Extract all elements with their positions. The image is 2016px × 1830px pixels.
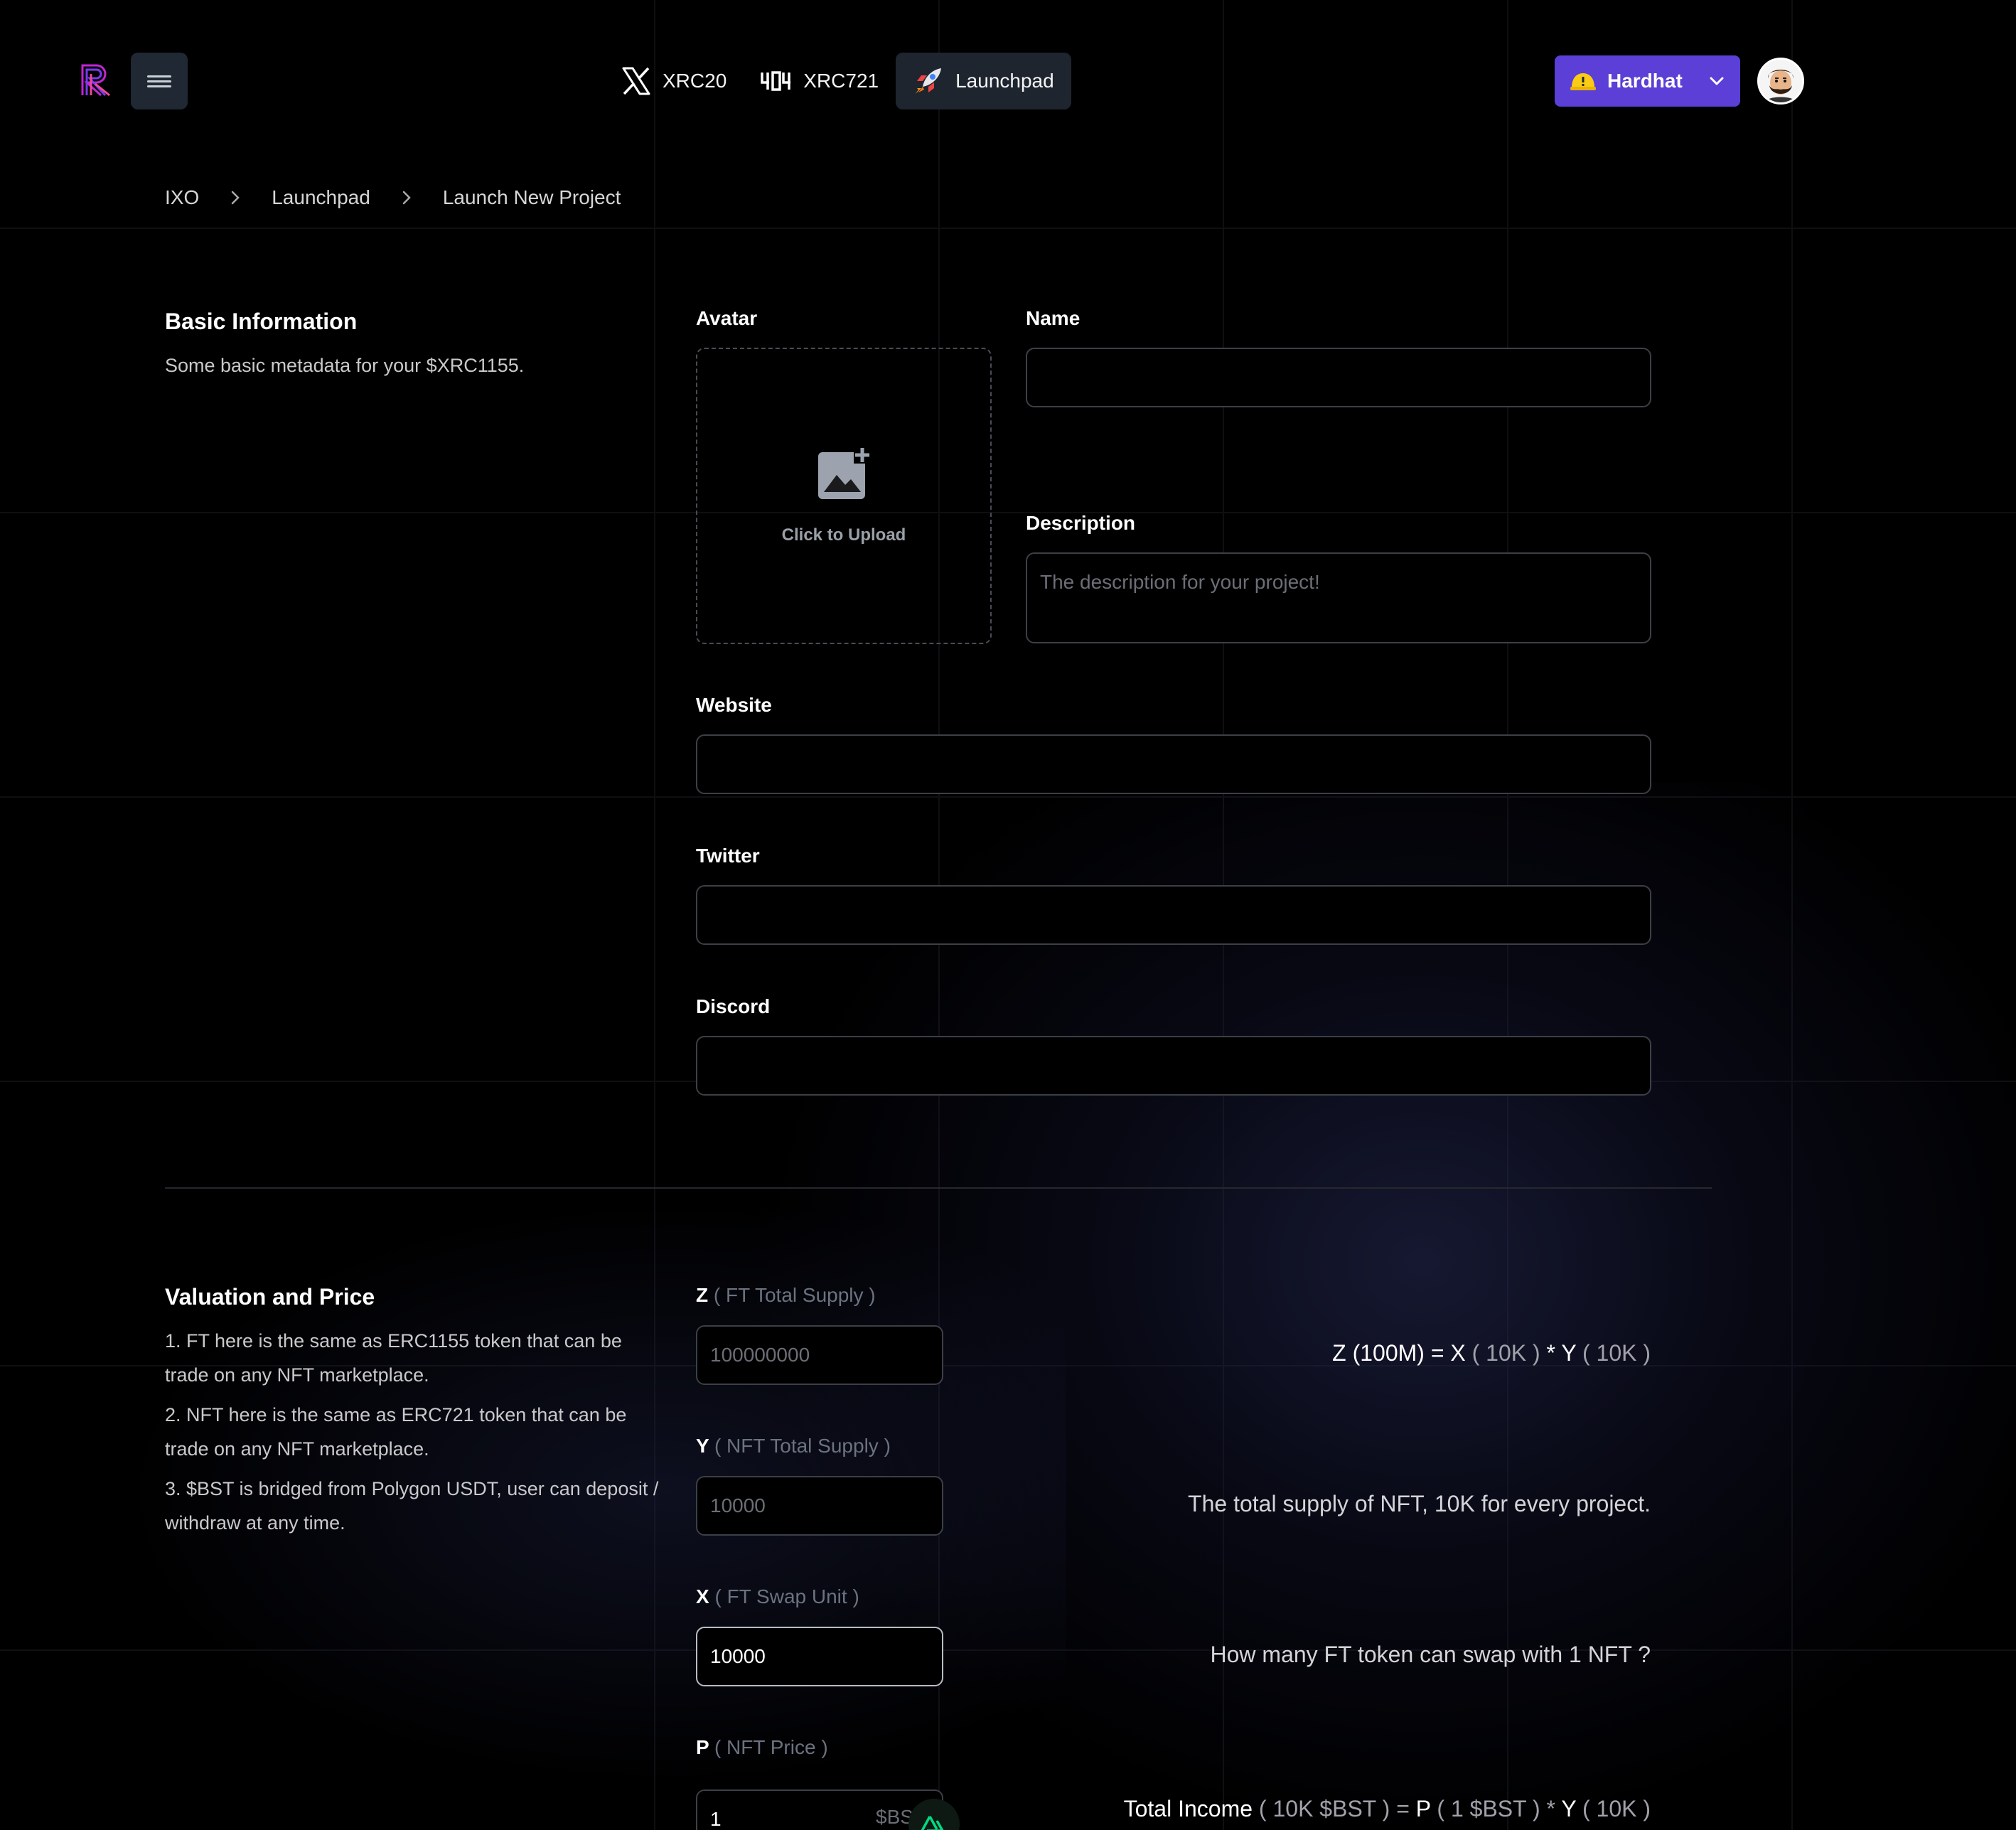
404-icon: [761, 71, 792, 91]
valuation-note: 3. $BST is bridged from Polygon USDT, us…: [165, 1478, 659, 1534]
top-nav: XRC20 XRC721 Launchpad: [604, 53, 1071, 109]
breadcrumb: IXO Launchpad Launch New Project: [165, 183, 621, 212]
breadcrumb-current: Launch New Project: [442, 186, 621, 208]
z-letter: Z: [696, 1284, 709, 1306]
user-avatar[interactable]: [1757, 58, 1804, 105]
nav-label: XRC20: [663, 70, 727, 92]
discord-label: Discord: [696, 995, 771, 1017]
section-title-basic-info: Basic Information: [165, 309, 358, 334]
description-label: Description: [1026, 512, 1136, 534]
add-image-icon: [817, 446, 871, 504]
nav-item-xrc20[interactable]: XRC20: [604, 53, 744, 109]
breadcrumb-ixo[interactable]: IXO: [165, 186, 199, 209]
grid-line: [1791, 0, 1793, 1830]
y-letter: Y: [696, 1435, 709, 1457]
chevron-down-icon: [1709, 76, 1725, 86]
x-value: 10000: [710, 1645, 766, 1667]
network-select-button[interactable]: Hardhat: [1555, 55, 1740, 107]
section-divider: [165, 1187, 1712, 1189]
p-value: 1: [710, 1808, 722, 1830]
section-title-valuation: Valuation and Price: [165, 1284, 375, 1310]
breadcrumb-launchpad[interactable]: Launchpad: [272, 186, 370, 209]
nav-label: XRC721: [803, 70, 879, 92]
z-label: Z ( FT Total Supply ): [696, 1284, 876, 1307]
nav-label: Launchpad: [955, 70, 1054, 92]
grid-line: [0, 1649, 2016, 1651]
discord-input[interactable]: [696, 1036, 1651, 1096]
avatar-upload[interactable]: Click to Upload: [696, 348, 992, 644]
y-sublabel: ( NFT Total Supply ): [714, 1435, 891, 1457]
menu-button[interactable]: [131, 53, 188, 109]
network-label: Hardhat: [1607, 70, 1683, 92]
grid-line: [0, 796, 2016, 798]
grid-line: [654, 0, 655, 1830]
hamburger-icon: [147, 73, 171, 90]
p-label: P ( NFT Price ): [696, 1736, 828, 1759]
formula-x: How many FT token can swap with 1 NFT ?: [1210, 1642, 1651, 1667]
rocket-icon: [913, 65, 944, 97]
website-input[interactable]: [696, 734, 1651, 794]
z-input[interactable]: 100000000: [696, 1325, 943, 1385]
y-input[interactable]: 10000: [696, 1476, 943, 1536]
x-label: X ( FT Swap Unit ): [696, 1585, 859, 1608]
twitter-input[interactable]: [696, 885, 1651, 945]
z-placeholder: 100000000: [710, 1344, 810, 1366]
name-label: Name: [1026, 307, 1081, 329]
chevron-right-icon: [402, 190, 412, 205]
y-label: Y ( NFT Total Supply ): [696, 1435, 891, 1457]
x-letter: X: [696, 1585, 709, 1607]
formula-p: Total Income ( 10K $BST ) = P ( 1 $BST )…: [1123, 1796, 1651, 1821]
grid-line: [0, 228, 2016, 229]
x-sublabel: ( FT Swap Unit ): [714, 1585, 859, 1607]
avatar-label: Avatar: [696, 307, 758, 329]
upload-text: Click to Upload: [781, 525, 906, 545]
grid-line: [0, 512, 2016, 513]
description-textarea[interactable]: The description for your project!: [1026, 552, 1651, 643]
nav-item-launchpad[interactable]: Launchpad: [896, 53, 1071, 109]
valuation-note: 2. NFT here is the same as ERC721 token …: [165, 1404, 627, 1460]
x-icon: [621, 67, 651, 95]
chevron-right-icon: [230, 190, 240, 205]
website-label: Website: [696, 694, 772, 716]
formula-y: The total supply of NFT, 10K for every p…: [1188, 1491, 1651, 1516]
name-input[interactable]: [1026, 348, 1651, 407]
valuation-note: 1. FT here is the same as ERC1155 token …: [165, 1330, 622, 1386]
p-letter: P: [696, 1736, 709, 1758]
nav-item-xrc721[interactable]: XRC721: [744, 53, 896, 109]
y-placeholder: 10000: [710, 1494, 766, 1516]
app-logo[interactable]: [80, 63, 112, 97]
page: XRC20 XRC721 Launchpad Hardhat IXO Launc…: [0, 0, 2016, 1830]
description-placeholder: The description for your project!: [1040, 571, 1320, 593]
x-input[interactable]: 10000: [696, 1627, 943, 1686]
z-sublabel: ( FT Total Supply ): [713, 1284, 876, 1306]
hardhat-warning-icon: [1570, 70, 1596, 92]
section-desc-basic-info: Some basic metadata for your $XRC1155.: [165, 355, 525, 376]
twitter-label: Twitter: [696, 845, 760, 867]
formula-z: Z (100M) = X ( 10K ) * Y ( 10K ): [1332, 1340, 1651, 1366]
nuxt-icon: [920, 1814, 948, 1830]
p-sublabel: ( NFT Price ): [714, 1736, 828, 1758]
